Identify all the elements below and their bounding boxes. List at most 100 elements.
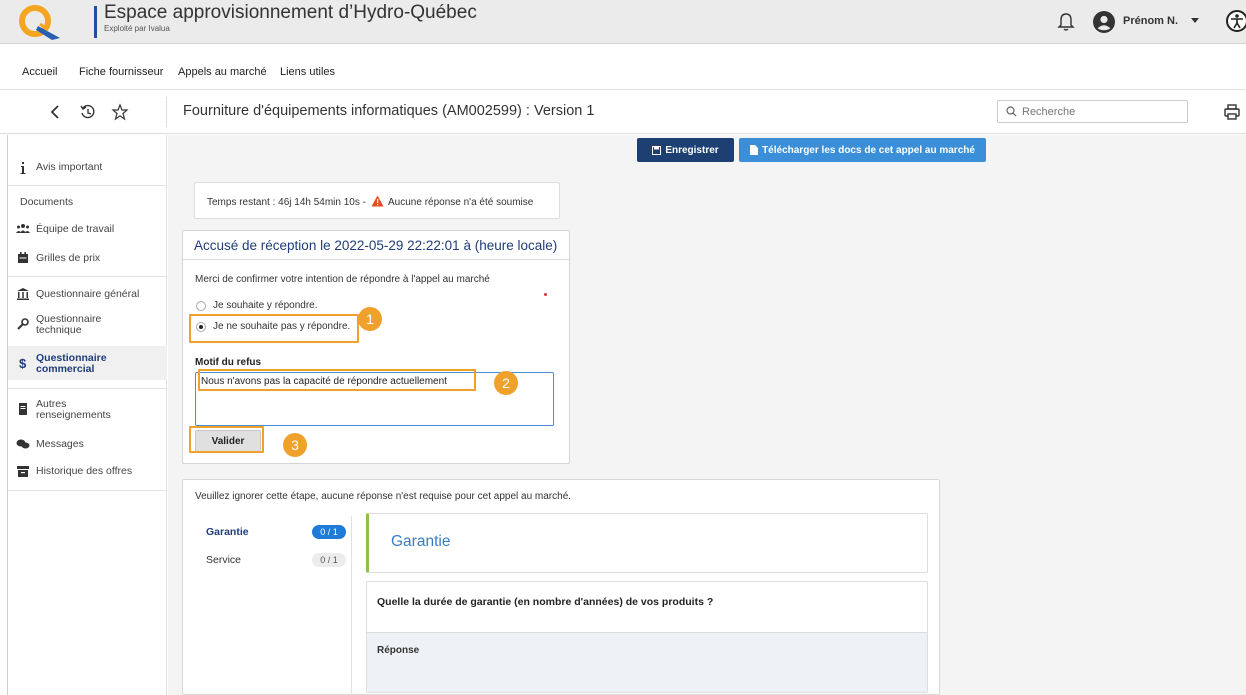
time-remaining-value: 46j 14h 54min 10s -	[278, 197, 366, 208]
messages-icon	[16, 439, 30, 449]
sidebar-item-label: Questionnaire général	[36, 288, 140, 300]
search-input[interactable]	[1022, 104, 1182, 120]
nav-item-appels-au-marche[interactable]: Appels au marché	[178, 66, 267, 78]
tab-service-count: 0 / 1	[312, 553, 346, 567]
sidebar-item-questionnaire-commercial[interactable]: $ Questionnaire commercial	[8, 346, 167, 380]
dollar-icon: $	[19, 356, 27, 370]
app-subtitle: Exploité par Ivalua	[104, 24, 170, 33]
section-title: Garantie	[391, 533, 451, 550]
sidebar-item-questionnaire-technique[interactable]: Questionnaire technique	[8, 311, 167, 339]
time-remaining-label: Temps restant :	[207, 197, 276, 208]
page-title: Fourniture d'équipements informatiques (…	[183, 103, 595, 119]
page-title-bar: Fourniture d'équipements informatiques (…	[0, 91, 1246, 134]
section-header-card: Garantie	[366, 513, 928, 573]
acknowledgement-header: Accusé de réception le 2022-05-29 22:22:…	[183, 231, 569, 260]
sidebar-item-documents[interactable]: Documents	[8, 195, 167, 211]
tab-garantie-count: 0 / 1	[312, 525, 346, 539]
sidebar-item-grilles-de-prix[interactable]: Grilles de prix	[8, 250, 167, 268]
print-icon[interactable]	[1223, 103, 1241, 121]
wrench-icon	[17, 318, 29, 330]
question-text: Quelle la durée de garantie (en nombre d…	[377, 596, 714, 608]
sidebar-item-label: Messages	[36, 438, 84, 450]
brand-separator	[94, 6, 97, 38]
save-button[interactable]: Enregistrer	[637, 138, 734, 162]
save-button-label: Enregistrer	[665, 144, 719, 156]
section-tabs: Garantie 0 / 1 Service 0 / 1	[194, 516, 352, 695]
main-navigation: Accueil Fiche fournisseur Appels au marc…	[0, 45, 1246, 90]
tab-garantie[interactable]: Garantie 0 / 1	[194, 522, 352, 542]
nav-item-accueil[interactable]: Accueil	[22, 66, 57, 78]
tab-service[interactable]: Service 0 / 1	[194, 550, 352, 570]
accessibility-icon[interactable]	[1226, 10, 1246, 32]
svg-text:$: $	[19, 356, 27, 370]
download-docs-label: Télécharger les docs de cet appel au mar…	[762, 144, 975, 156]
price-grid-icon	[18, 252, 28, 263]
time-remaining-box: Temps restant : 46j 14h 54min 10s - Aucu…	[194, 182, 560, 219]
sidebar-item-label: Historique des offres	[36, 465, 133, 477]
question-card: Quelle la durée de garantie (en nombre d…	[366, 581, 928, 693]
ignore-step-note: Veuillez ignorer cette étape, aucune rép…	[195, 491, 572, 502]
book-icon	[19, 403, 27, 415]
answer-label: Réponse	[377, 645, 420, 656]
required-indicator	[544, 293, 547, 296]
acknowledgement-title: Accusé de réception le 2022-05-29 22:22:…	[194, 238, 558, 253]
save-icon	[652, 145, 662, 155]
callout-badge-3: 3	[283, 433, 307, 457]
bell-icon[interactable]	[1057, 12, 1075, 32]
sidebar-item-avis-important[interactable]: Avis important	[8, 159, 167, 179]
bank-icon	[17, 288, 29, 300]
radio-will-respond[interactable]	[196, 301, 206, 311]
sidebar-item-label: Documents	[20, 196, 74, 208]
callout-badge-1: 1	[358, 307, 382, 331]
app-header: Espace approvisionnement d’Hydro-Québec …	[0, 0, 1246, 44]
validate-button[interactable]: Valider	[195, 430, 261, 452]
star-icon[interactable]	[111, 103, 129, 121]
sidebar-item-questionnaire-general[interactable]: Questionnaire général	[8, 286, 167, 304]
sidebar-divider	[8, 185, 167, 186]
sidebar: Avis important Documents Équipe de trava…	[7, 135, 167, 695]
sidebar-item-label: Grilles de prix	[36, 252, 101, 264]
sidebar-item-label: Questionnaire technique	[36, 313, 102, 336]
answer-area[interactable]: Réponse	[367, 632, 927, 692]
sidebar-divider	[8, 276, 167, 277]
titlebar-separator	[166, 97, 167, 127]
radio-will-not-respond[interactable]	[196, 322, 206, 332]
sidebar-divider	[8, 388, 167, 389]
sidebar-item-messages[interactable]: Messages	[8, 436, 167, 454]
sidebar-item-equipe-de-travail[interactable]: Équipe de travail	[8, 221, 167, 239]
radio-will-respond-label: Je souhaite y répondre.	[213, 300, 318, 311]
refusal-reason-label: Motif du refus	[195, 357, 262, 368]
user-avatar-icon[interactable]	[1093, 11, 1115, 33]
download-docs-button[interactable]: Télécharger les docs de cet appel au mar…	[739, 138, 986, 162]
sidebar-item-historique-des-offres[interactable]: Historique des offres	[8, 463, 167, 481]
hydro-quebec-logo[interactable]	[14, 4, 64, 42]
document-icon	[750, 145, 759, 155]
callout-badge-2: 2	[494, 371, 518, 395]
sidebar-item-label: Avis important	[36, 161, 103, 173]
info-icon	[20, 162, 26, 174]
back-chevron-icon[interactable]	[47, 103, 65, 121]
warning-icon	[371, 195, 384, 207]
archive-icon	[17, 466, 29, 477]
sidebar-item-autres-renseignements[interactable]: Autres renseignements	[8, 396, 167, 424]
sidebar-divider	[8, 490, 167, 491]
tab-service-label: Service	[206, 554, 242, 566]
team-icon	[16, 224, 30, 233]
time-remaining: Temps restant : 46j 14h 54min 10s - Aucu…	[207, 195, 533, 208]
app-title: Espace approvisionnement d’Hydro-Québec	[104, 2, 477, 23]
user-name[interactable]: Prénom N.	[1123, 15, 1178, 27]
acknowledgement-panel: Accusé de réception le 2022-05-29 22:22:…	[182, 230, 570, 464]
questionnaire-panel: Veuillez ignorer cette étape, aucune rép…	[182, 479, 940, 695]
no-response-warning: Aucune réponse n'a été soumise	[388, 197, 534, 208]
intention-question: Merci de confirmer votre intention de ré…	[195, 274, 490, 285]
radio-will-not-respond-label: Je ne souhaite pas y répondre.	[213, 321, 351, 332]
search-box[interactable]	[997, 100, 1188, 123]
caret-down-icon[interactable]	[1191, 18, 1199, 24]
sidebar-item-label: Autres renseignements	[36, 398, 111, 421]
search-icon	[1006, 106, 1017, 117]
tab-garantie-label: Garantie	[206, 526, 249, 538]
sidebar-item-label: Questionnaire commercial	[36, 352, 107, 375]
nav-item-fiche-fournisseur[interactable]: Fiche fournisseur	[79, 66, 163, 78]
history-icon[interactable]	[79, 103, 97, 121]
nav-item-liens-utiles[interactable]: Liens utiles	[280, 66, 335, 78]
